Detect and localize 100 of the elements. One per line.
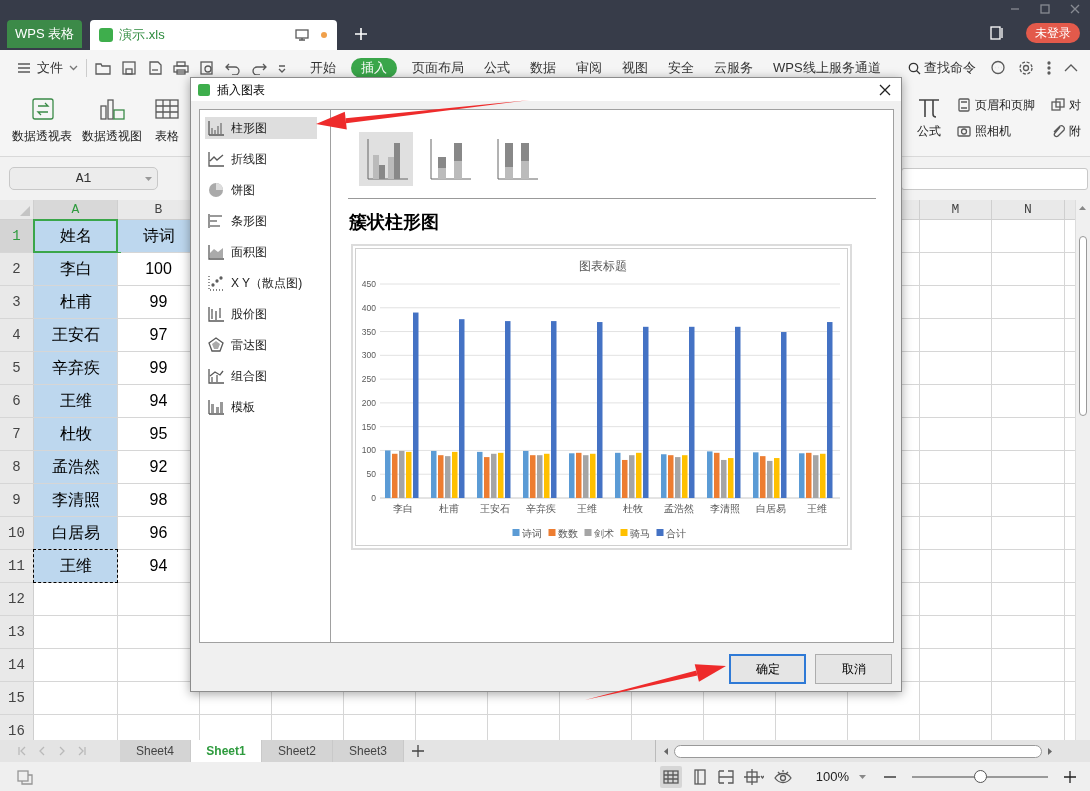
page-view-icon[interactable] bbox=[691, 768, 708, 785]
bar-chart-icon bbox=[208, 213, 224, 229]
table-cell-text: 王维 bbox=[59, 556, 92, 576]
zoom-level[interactable]: 100% bbox=[815, 766, 849, 787]
ok-button[interactable]: 确定 bbox=[729, 654, 806, 684]
pie-chart-icon bbox=[208, 182, 224, 198]
maximize-icon[interactable] bbox=[1040, 4, 1050, 14]
menu-icon bbox=[17, 62, 31, 74]
table-cell-text: 孟浩然 bbox=[51, 457, 100, 477]
collapse-icon[interactable] bbox=[1064, 63, 1078, 73]
preview-icon[interactable] bbox=[199, 61, 215, 75]
eye-protection-icon[interactable] bbox=[773, 768, 792, 785]
vertical-scrollbar[interactable] bbox=[1075, 200, 1090, 740]
menu-tab[interactable]: 页面布局 bbox=[407, 58, 469, 78]
ribbon-button[interactable]: 公式 bbox=[917, 96, 941, 140]
menu-tab[interactable]: 数据 bbox=[525, 58, 561, 78]
cancel-button[interactable]: 取消 bbox=[815, 654, 892, 684]
scroll-up-icon[interactable] bbox=[1079, 206, 1086, 210]
ribbon-icon bbox=[152, 96, 182, 122]
sheet-tab[interactable]: Sheet1 bbox=[191, 740, 262, 762]
row-header[interactable]: 4 bbox=[12, 324, 21, 346]
new-tab-icon[interactable] bbox=[355, 28, 368, 40]
scroll-right-icon[interactable] bbox=[1048, 747, 1052, 755]
legend-label: 数数 bbox=[557, 527, 578, 539]
row-header[interactable]: 9 bbox=[12, 489, 21, 511]
document-tab[interactable]: 演示.xls bbox=[90, 20, 338, 50]
ribbon-button[interactable]: 附 bbox=[1051, 122, 1081, 140]
chart-subtype-option[interactable] bbox=[359, 132, 413, 186]
ribbon-button[interactable]: 数据透视图 bbox=[82, 96, 142, 145]
undo-icon[interactable] bbox=[225, 61, 241, 75]
chart-type-item[interactable]: X Y（散点图) bbox=[205, 272, 317, 294]
sheet-tab[interactable]: Sheet2 bbox=[262, 740, 333, 762]
menu-tab[interactable]: 公式 bbox=[479, 58, 515, 78]
column-header[interactable]: B bbox=[154, 200, 163, 220]
row-header[interactable]: 7 bbox=[12, 423, 21, 445]
close-icon[interactable] bbox=[879, 83, 891, 96]
chart-type-item[interactable]: 饼图 bbox=[205, 179, 317, 201]
menu-tab[interactable]: 视图 bbox=[617, 58, 653, 78]
sheet-tab[interactable]: Sheet3 bbox=[333, 740, 404, 762]
line-chart-icon bbox=[208, 151, 224, 167]
pdf-icon[interactable] bbox=[147, 61, 163, 75]
row-header[interactable]: 3 bbox=[12, 291, 21, 313]
legend-label: 剑术 bbox=[593, 527, 614, 539]
scrollbar-thumb[interactable] bbox=[1079, 236, 1087, 416]
more-icon[interactable] bbox=[1046, 60, 1052, 76]
layout-view-icon[interactable] bbox=[743, 768, 764, 785]
menu-tab[interactable]: 云服务 bbox=[709, 58, 758, 78]
column-header[interactable]: M bbox=[951, 200, 960, 220]
name-box[interactable]: A1 bbox=[9, 167, 158, 190]
chart-type-item[interactable]: 雷达图 bbox=[205, 334, 317, 356]
add-sheet-icon[interactable] bbox=[412, 745, 424, 757]
scroll-left-icon[interactable] bbox=[664, 747, 668, 755]
ribbon-button[interactable]: 表格 bbox=[152, 96, 182, 145]
table-cell-text: 94 bbox=[149, 391, 168, 411]
app-tab[interactable]: WPS 表格 bbox=[7, 20, 83, 48]
chart-type-item[interactable]: 条形图 bbox=[205, 210, 317, 232]
folder-icon[interactable] bbox=[95, 61, 111, 75]
normal-view-icon[interactable] bbox=[662, 768, 679, 785]
chart-type-item[interactable]: 面积图 bbox=[205, 241, 317, 263]
save-icon[interactable] bbox=[121, 61, 137, 75]
menu-tab[interactable]: 审阅 bbox=[571, 58, 607, 78]
login-button[interactable]: 未登录 bbox=[1026, 23, 1080, 43]
menu-tab[interactable]: 安全 bbox=[663, 58, 699, 78]
row-header[interactable]: 8 bbox=[12, 456, 21, 478]
file-menu[interactable]: 文件 bbox=[17, 58, 78, 78]
page-break-icon[interactable] bbox=[717, 768, 734, 785]
axis-tick-label: 50 bbox=[366, 469, 376, 480]
ribbon-button[interactable]: 照相机 bbox=[957, 122, 1035, 140]
chart-type-item[interactable]: 柱形图 bbox=[205, 117, 317, 139]
chat-icon[interactable] bbox=[990, 60, 1006, 76]
print-icon[interactable] bbox=[173, 61, 189, 75]
zoom-in-icon[interactable] bbox=[1064, 770, 1076, 783]
menu-tab[interactable]: 开始 bbox=[305, 58, 341, 78]
sheet-tab[interactable]: Sheet4 bbox=[120, 740, 191, 762]
tablet-icon[interactable] bbox=[990, 26, 1004, 40]
chart-type-item[interactable]: 股价图 bbox=[205, 303, 317, 325]
redo-icon[interactable] bbox=[251, 61, 267, 75]
formula-field[interactable] bbox=[901, 167, 1088, 190]
zoom-slider-thumb[interactable] bbox=[974, 769, 987, 783]
table-cell-text: 杜甫 bbox=[59, 292, 92, 312]
ribbon-button[interactable]: 页眉和页脚 bbox=[957, 96, 1035, 114]
column-header[interactable]: N bbox=[1024, 200, 1032, 220]
dropdown-arrow-icon[interactable] bbox=[145, 176, 152, 181]
search-commands[interactable]: 查找命令 bbox=[907, 58, 976, 78]
monitor-icon[interactable] bbox=[295, 29, 310, 41]
radar-chart-icon bbox=[208, 337, 224, 353]
ribbon-button[interactable]: 对 bbox=[1051, 96, 1081, 114]
settings-icon[interactable] bbox=[1018, 60, 1034, 76]
ribbon-button[interactable]: 数据透视表 bbox=[12, 96, 72, 145]
chart-type-item[interactable]: 折线图 bbox=[205, 148, 317, 170]
row-header[interactable]: 5 bbox=[12, 357, 21, 379]
dropdown-arrow-icon[interactable] bbox=[859, 774, 866, 779]
menu-tab[interactable]: WPS线上服务通道 bbox=[768, 58, 886, 78]
axis-category-label: 王安石 bbox=[479, 503, 510, 514]
pi-icon bbox=[917, 96, 941, 118]
row-header[interactable]: 2 bbox=[12, 258, 21, 280]
ribbon-icon bbox=[1051, 124, 1065, 138]
chart-type-item[interactable]: 组合图 bbox=[205, 365, 317, 387]
chart-type-item[interactable]: 模板 bbox=[205, 396, 317, 418]
row-header[interactable]: 6 bbox=[12, 390, 21, 412]
